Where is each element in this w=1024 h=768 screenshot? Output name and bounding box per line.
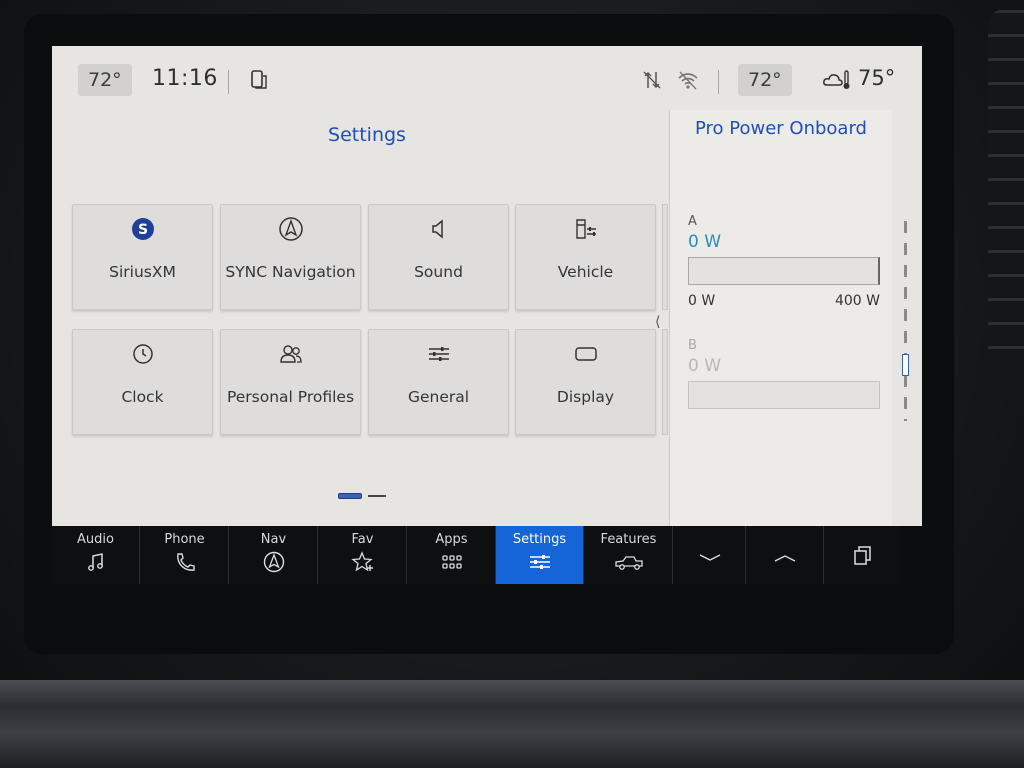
tile-sound[interactable]: Sound — [368, 204, 509, 310]
tile-label: Sound — [414, 263, 463, 281]
tile-partial — [662, 329, 668, 435]
tile-sync-navigation[interactable]: SYNC Navigation — [220, 204, 361, 310]
scroll-up-button[interactable] — [746, 526, 824, 584]
dock-label: Settings — [512, 532, 567, 547]
divider — [718, 70, 719, 94]
scale-max: 400 W — [834, 293, 880, 309]
navigation-icon — [263, 551, 284, 573]
panel-scroll-thumb[interactable] — [902, 354, 909, 376]
channel-a-scale: 0 W 400 W — [688, 293, 880, 309]
dock-apps[interactable]: Apps — [408, 526, 496, 584]
tile-label: SiriusXM — [109, 263, 176, 281]
clock-icon — [132, 344, 153, 364]
tile-clock[interactable]: Clock — [72, 329, 213, 435]
divider — [228, 70, 229, 94]
tile-label: Display — [556, 388, 615, 406]
tile-label: General — [407, 388, 470, 406]
dock-label: Apps — [435, 532, 468, 547]
tile-vehicle[interactable]: Vehicle — [515, 204, 656, 310]
dock-features[interactable]: Features — [585, 526, 673, 584]
navigation-icon — [278, 217, 303, 241]
panel-collapse-chevron-icon[interactable]: ⟨ — [655, 314, 660, 330]
panel-title: Pro Power Onboard — [695, 118, 867, 139]
dock-audio[interactable]: Audio — [52, 526, 140, 584]
clock-display: 11:16 — [152, 66, 218, 91]
pro-power-panel: Pro Power Onboard A 0 W 0 W 400 W B 0 W — [669, 110, 892, 526]
channel-a-value: 0 W — [688, 232, 722, 252]
tile-siriusxm[interactable]: S SiriusXM — [72, 204, 213, 310]
passenger-temp-button[interactable]: 72° — [738, 64, 792, 96]
channel-a-meter — [688, 257, 880, 285]
music-note-icon — [87, 553, 103, 571]
page-title: Settings — [328, 124, 406, 146]
passenger-temp-value: 72° — [748, 69, 782, 91]
vehicle-settings-icon — [575, 219, 596, 239]
apps-grid-icon — [441, 555, 462, 569]
weather-cloud-thermometer-icon — [823, 70, 850, 89]
tile-personal-profiles[interactable]: Personal Profiles — [220, 329, 361, 435]
copy-windows-icon — [854, 546, 871, 565]
page-dot-inactive — [368, 495, 386, 497]
tile-label: SYNC Navigation — [225, 263, 356, 281]
infotainment-screen: 72° 11:16 72° 75° Settings S SiriusXM SY… — [52, 46, 922, 526]
scroll-down-button[interactable] — [674, 526, 746, 584]
dashboard-trim — [0, 680, 1024, 768]
speaker-icon — [431, 219, 443, 239]
display-icon — [574, 347, 597, 361]
chevron-down-icon — [699, 554, 720, 561]
siriusxm-icon: S — [131, 218, 154, 240]
driver-temp-button[interactable]: 72° — [78, 64, 132, 96]
page-dot-active — [338, 493, 362, 499]
chevron-up-icon — [774, 555, 795, 562]
dock-phone[interactable]: Phone — [141, 526, 229, 584]
dock-label: Phone — [164, 532, 205, 547]
dock-label: Nav — [260, 532, 287, 547]
dock-nav[interactable]: Nav — [230, 526, 318, 584]
channel-b-label: B — [688, 338, 697, 353]
phone-icon — [176, 553, 195, 571]
outside-temp: 75° — [858, 66, 896, 90]
profiles-icon — [279, 345, 302, 363]
dock-settings[interactable]: Settings — [496, 526, 584, 584]
panel-scrollbar[interactable] — [904, 221, 907, 421]
data-transfer-icon — [643, 71, 661, 89]
tile-label: Clock — [121, 388, 164, 406]
status-bar: 72° 11:16 72° 75° — [52, 46, 922, 112]
dock-label: Features — [600, 532, 657, 547]
driver-temp-value: 72° — [88, 69, 122, 91]
tile-label: Personal Profiles — [226, 388, 355, 406]
star-plus-icon — [350, 551, 373, 572]
channel-b-meter — [688, 381, 880, 409]
channel-a-label: A — [688, 214, 697, 229]
channel-b-value: 0 W — [688, 356, 722, 376]
wifi-icon — [678, 71, 698, 90]
dock-label: Fav — [351, 532, 374, 547]
truck-icon — [614, 556, 643, 570]
settings-sliders-icon — [529, 555, 550, 569]
dock-fav[interactable]: Fav — [319, 526, 407, 584]
bottom-dock: Audio Phone Nav Fav Apps Settings Featur… — [52, 526, 900, 584]
svg-text:S: S — [137, 222, 147, 238]
dock-label: Audio — [77, 532, 114, 547]
sliders-icon — [428, 347, 449, 361]
air-vent — [988, 10, 1024, 370]
tile-partial — [662, 204, 668, 310]
phone-projection-icon[interactable] — [246, 68, 270, 92]
tile-label: Vehicle — [557, 263, 614, 281]
tile-general[interactable]: General — [368, 329, 509, 435]
scale-min: 0 W — [688, 293, 716, 309]
tile-display[interactable]: Display — [515, 329, 656, 435]
recent-apps-button[interactable] — [824, 526, 900, 584]
